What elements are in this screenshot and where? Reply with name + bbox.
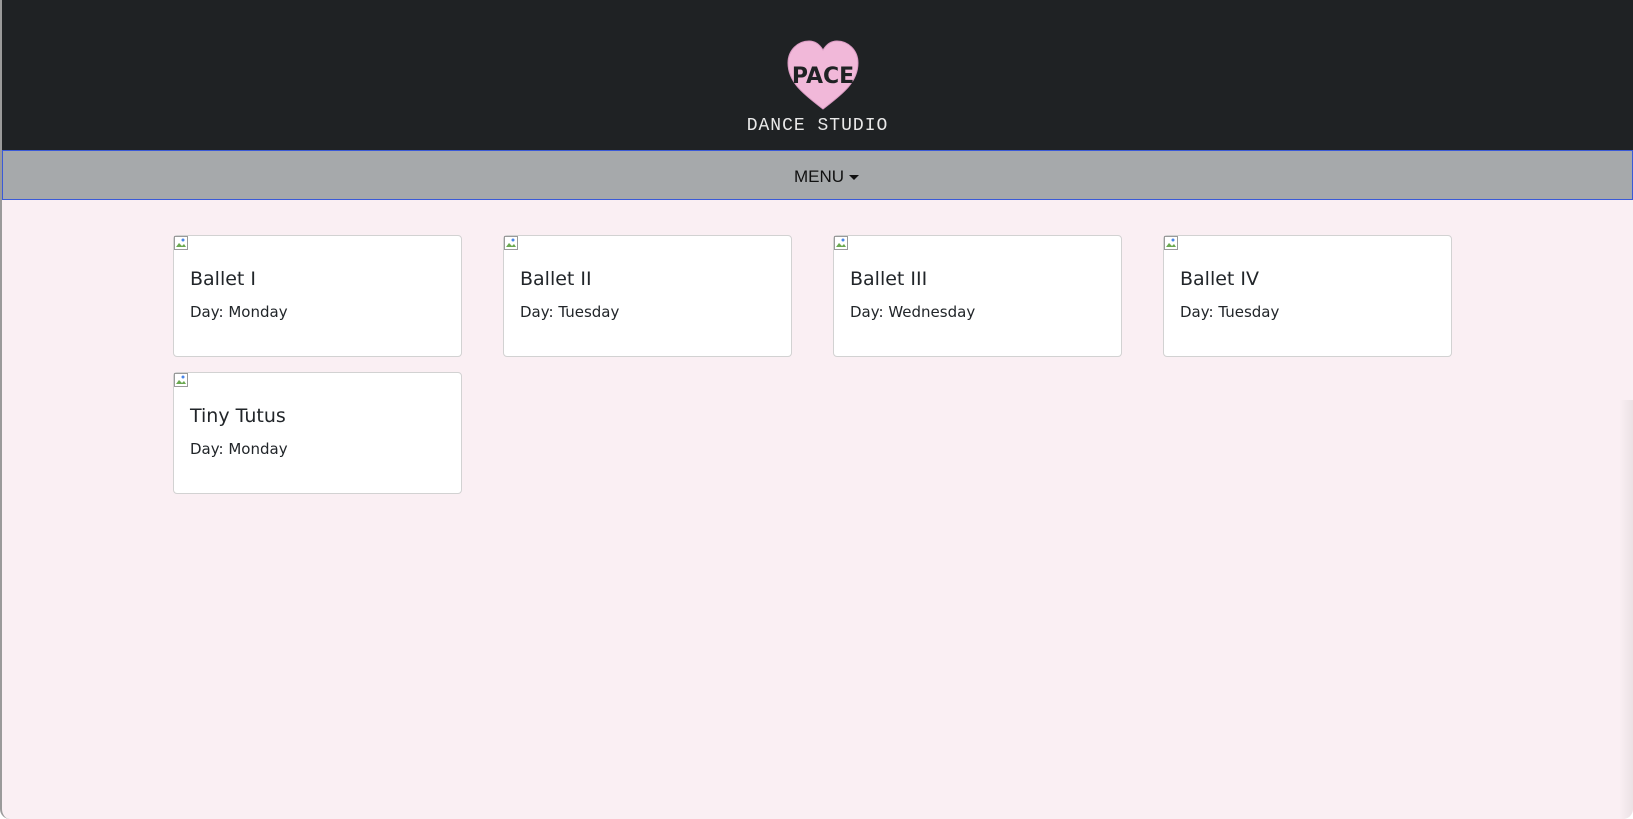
broken-image-icon — [174, 236, 188, 250]
main-navbar: MENU — [2, 150, 1633, 200]
page-edge-shadow — [1619, 400, 1633, 819]
site-header: PACE DANCE STUDIO — [2, 0, 1633, 150]
browser-page: PACE DANCE STUDIO MENU Ballet I Day: Mon… — [0, 0, 1633, 819]
class-day: Day: Wednesday — [850, 303, 976, 321]
class-title: Ballet III — [850, 268, 928, 290]
broken-image-icon — [834, 236, 848, 250]
class-card[interactable]: Ballet I Day: Monday — [173, 235, 462, 357]
class-title: Ballet I — [190, 268, 257, 290]
class-card[interactable]: Ballet IV Day: Tuesday — [1163, 235, 1452, 357]
class-card[interactable]: Ballet III Day: Wednesday — [833, 235, 1122, 357]
class-card[interactable]: Tiny Tutus Day: Monday — [173, 372, 462, 494]
class-day: Day: Monday — [190, 303, 288, 321]
logo-text: PACE — [792, 64, 854, 89]
menu-dropdown-toggle[interactable]: MENU — [794, 166, 860, 188]
menu-label: MENU — [794, 167, 845, 186]
class-title: Ballet II — [520, 268, 592, 290]
heart-logo-icon[interactable]: PACE — [785, 39, 861, 111]
class-title: Ballet IV — [1180, 268, 1260, 290]
class-title: Tiny Tutus — [190, 405, 286, 427]
chevron-down-icon — [849, 174, 860, 180]
class-day: Day: Tuesday — [1180, 303, 1280, 321]
class-day: Day: Monday — [190, 440, 288, 458]
class-day: Day: Tuesday — [520, 303, 620, 321]
broken-image-icon — [174, 373, 188, 387]
class-card[interactable]: Ballet II Day: Tuesday — [503, 235, 792, 357]
broken-image-icon — [504, 236, 518, 250]
broken-image-icon — [1164, 236, 1178, 250]
brand-subtitle: DANCE STUDIO — [746, 116, 889, 136]
